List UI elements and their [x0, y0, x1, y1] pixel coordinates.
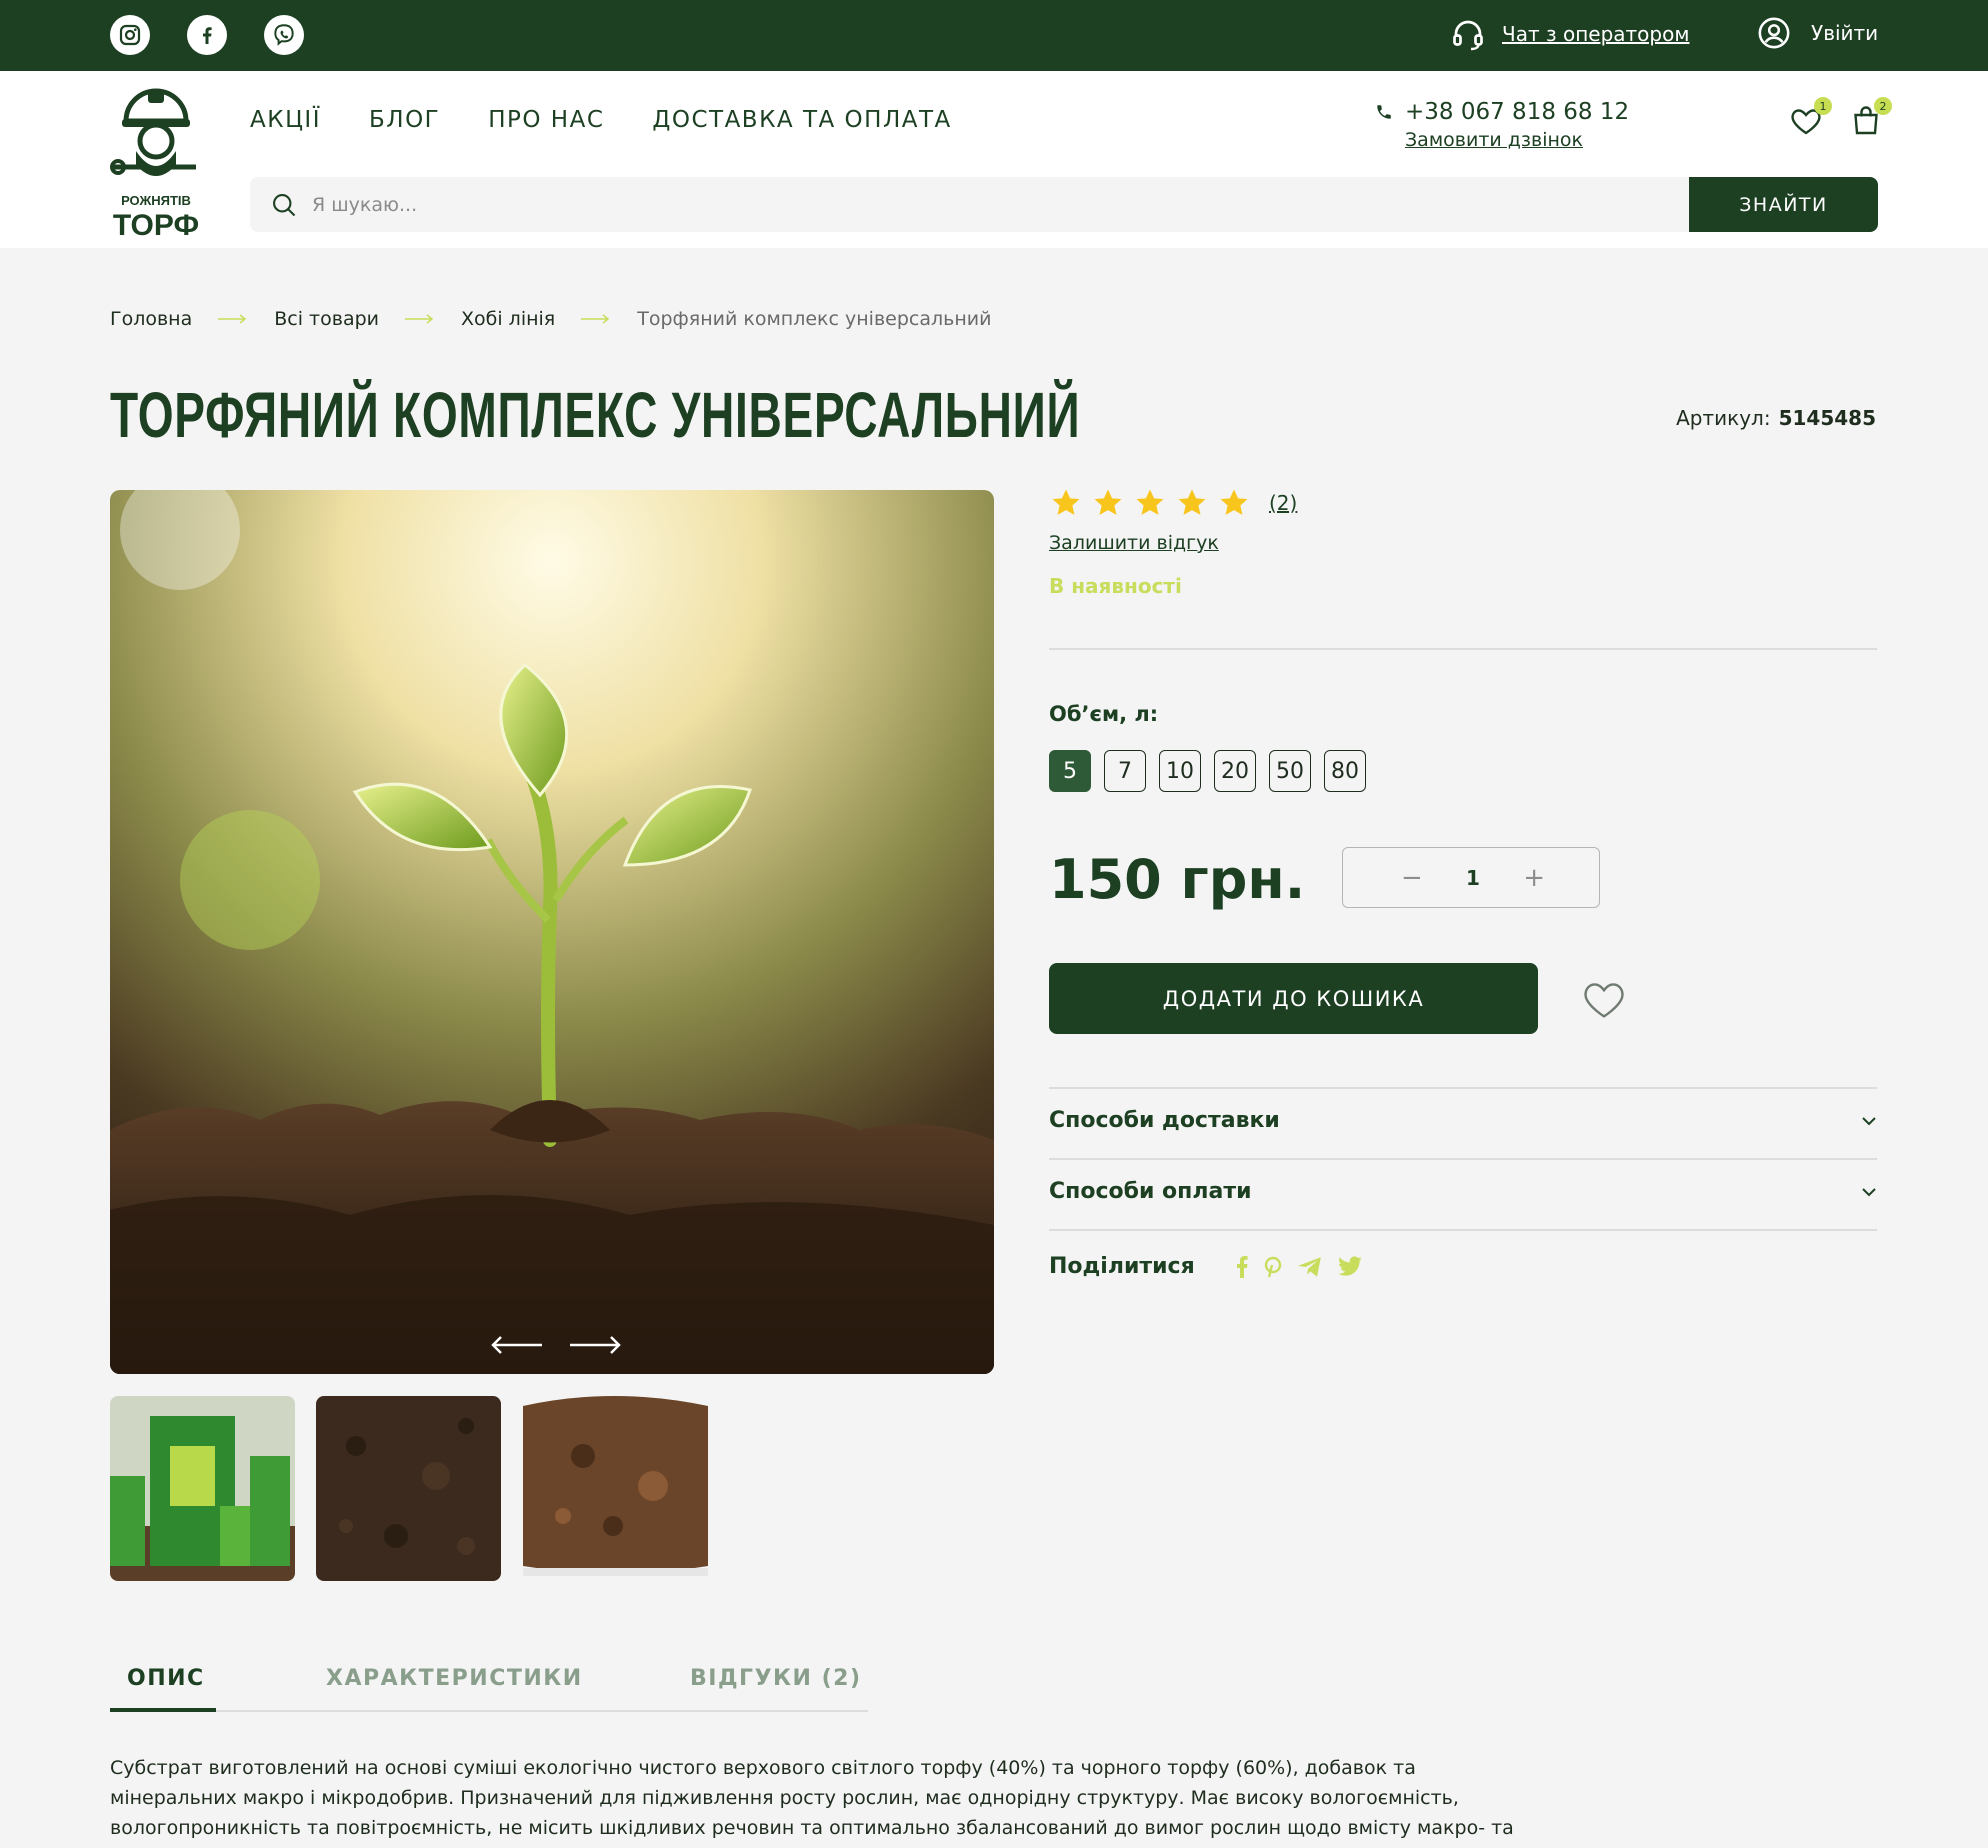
product-description: Субстрат виготовлений на основі суміші е…	[110, 1757, 1514, 1839]
facebook-icon[interactable]	[1235, 1255, 1249, 1278]
logo-text-top: РОЖНЯТІВ	[121, 193, 191, 208]
sku-label: Артикул:	[1676, 406, 1771, 430]
phone-icon	[1377, 105, 1391, 119]
volume-option-7[interactable]: 7	[1104, 750, 1146, 792]
phone-number[interactable]: +38 067 818 68 12	[1405, 99, 1629, 125]
heart-icon	[1584, 983, 1624, 1018]
quantity-value[interactable]: 1	[1466, 866, 1480, 890]
stock-status: В наявності	[1049, 574, 1182, 598]
divider	[1049, 1158, 1877, 1160]
chat-with-operator-link[interactable]: Чат з оператором	[1450, 16, 1689, 52]
star-icon	[1220, 489, 1248, 515]
product-main-image[interactable]	[110, 490, 994, 1374]
leave-review-link[interactable]: Залишити відгук	[1049, 532, 1219, 554]
arrow-left-icon[interactable]	[490, 1335, 544, 1355]
top-bar: Чат з оператором Увійти	[0, 0, 1988, 71]
tab-reviews[interactable]: ВІДГУКИ (2)	[690, 1666, 862, 1691]
thumbnail-soil[interactable]	[316, 1396, 501, 1581]
tab-characteristics[interactable]: ХАРАКТЕРИСТИКИ	[326, 1666, 583, 1691]
cart-header-button[interactable]: 2	[1848, 97, 1892, 139]
volume-label: Об’єм, л:	[1049, 702, 1159, 726]
star-icon	[1178, 489, 1206, 515]
volume-option-5[interactable]: 5	[1049, 750, 1091, 792]
volume-option-80[interactable]: 80	[1324, 750, 1366, 792]
facebook-icon[interactable]	[187, 15, 227, 55]
twitter-icon[interactable]	[1337, 1255, 1363, 1278]
user-icon	[1758, 17, 1790, 49]
arrow-right-icon	[218, 314, 247, 324]
search-bar: ЗНАЙТИ	[250, 177, 1878, 232]
payment-methods-label: Способи оплати	[1049, 1179, 1252, 1204]
search-input[interactable]	[312, 177, 1612, 232]
breadcrumb-home[interactable]: Головна	[110, 308, 192, 330]
thumbnail-peat[interactable]	[523, 1396, 708, 1581]
main-nav: АКЦІЇ БЛОГ ПРО НАС ДОСТАВКА ТА ОПЛАТА	[250, 107, 952, 133]
star-icon	[1094, 489, 1122, 515]
nav-item-blog[interactable]: БЛОГ	[369, 107, 440, 133]
gallery-arrows	[490, 1335, 622, 1355]
sku-value: 5145485	[1778, 406, 1876, 430]
quantity-decrease-button[interactable]: −	[1401, 863, 1423, 893]
breadcrumb-all-products[interactable]: Всі товари	[274, 308, 379, 330]
reviews-count-link[interactable]: (2)	[1269, 491, 1297, 515]
callback-link[interactable]: Замовити дзвінок	[1405, 129, 1629, 151]
login-label: Увійти	[1811, 21, 1879, 45]
arrow-right-icon[interactable]	[568, 1335, 622, 1355]
star-icon	[1052, 489, 1080, 515]
product-tabs: ОПИС ХАРАКТЕРИСТИКИ ВІДГУКИ (2)	[110, 1666, 868, 1712]
price: 150 грн.	[1049, 848, 1306, 911]
wishlist-count-badge: 1	[1814, 97, 1832, 115]
header: РОЖНЯТІВ ТОРФ АКЦІЇ БЛОГ ПРО НАС ДОСТАВК…	[0, 71, 1988, 248]
arrow-right-icon	[581, 314, 610, 324]
breadcrumb-hobby-line[interactable]: Хобі лінія	[461, 308, 555, 330]
quantity-increase-button[interactable]: +	[1523, 863, 1545, 893]
delivery-methods-accordion[interactable]: Способи доставки	[1049, 1108, 1877, 1133]
divider	[1049, 648, 1877, 650]
divider	[1049, 1087, 1877, 1089]
volume-option-10[interactable]: 10	[1159, 750, 1201, 792]
divider	[1049, 1229, 1877, 1231]
headset-icon	[1453, 20, 1483, 51]
search-icon	[273, 194, 296, 217]
nav-item-delivery[interactable]: ДОСТАВКА ТА ОПЛАТА	[652, 107, 951, 133]
arrow-right-icon	[405, 314, 434, 324]
tab-description[interactable]: ОПИС	[127, 1666, 205, 1691]
chat-label: Чат з оператором	[1502, 22, 1690, 46]
add-to-wishlist-button[interactable]	[1582, 978, 1626, 1024]
rating: (2)	[1049, 486, 1297, 520]
viber-icon[interactable]	[264, 15, 304, 55]
telegram-icon[interactable]	[1297, 1256, 1323, 1278]
volume-option-50[interactable]: 50	[1269, 750, 1311, 792]
login-link[interactable]: Увійти	[1757, 16, 1878, 50]
volume-options: 5 7 10 20 50 80	[1049, 750, 1366, 792]
quantity-stepper: − 1 +	[1342, 847, 1600, 908]
chevron-down-icon	[1862, 1187, 1876, 1196]
page-title: ТОРФЯНИЙ КОМПЛЕКС УНІВЕРСАЛЬНИЙ	[110, 379, 1081, 451]
nav-item-promotions[interactable]: АКЦІЇ	[250, 107, 321, 133]
phone-block: +38 067 818 68 12 Замовити дзвінок	[1375, 99, 1629, 151]
payment-methods-accordion[interactable]: Способи оплати	[1049, 1179, 1877, 1204]
logo-text-bottom: ТОРФ	[113, 209, 199, 241]
chevron-down-icon	[1862, 1116, 1876, 1125]
share-label: Поділитися	[1049, 1254, 1195, 1279]
instagram-icon[interactable]	[110, 15, 150, 55]
add-to-cart-button[interactable]: ДОДАТИ ДО КОШИКА	[1049, 963, 1538, 1034]
wishlist-header-button[interactable]: 1	[1788, 97, 1832, 139]
share-block: Поділитися	[1049, 1254, 1363, 1279]
thumbnail-packaging[interactable]	[110, 1396, 295, 1581]
search-button[interactable]: ЗНАЙТИ	[1689, 177, 1878, 232]
nav-item-about[interactable]: ПРО НАС	[488, 107, 604, 133]
active-tab-indicator	[110, 1708, 216, 1712]
star-icon	[1136, 489, 1164, 515]
logo[interactable]: РОЖНЯТІВ ТОРФ	[108, 81, 204, 242]
delivery-methods-label: Способи доставки	[1049, 1108, 1280, 1133]
volume-option-20[interactable]: 20	[1214, 750, 1256, 792]
pinterest-icon[interactable]	[1263, 1256, 1283, 1278]
breadcrumb: Головна Всі товари Хобі лінія Торфяний к…	[110, 308, 991, 330]
cart-count-badge: 2	[1874, 97, 1892, 115]
breadcrumb-current: Торфяний комплекс універсальний	[637, 308, 992, 330]
sku: Артикул: 5145485	[1676, 406, 1876, 430]
